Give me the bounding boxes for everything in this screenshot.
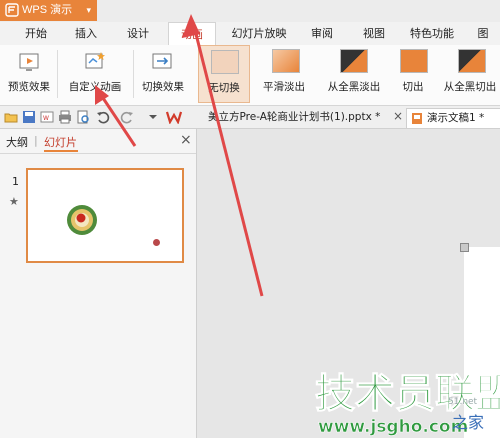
- app-name: WPS 演示: [22, 4, 73, 16]
- selection-handle[interactable]: [460, 243, 469, 252]
- editing-canvas[interactable]: [197, 129, 500, 438]
- ribbon-toolbar: 预览效果 自定义动画 切换效果 无切换 平滑淡出 从全黑淡出 切出 从全黑切出: [0, 45, 500, 106]
- panel-header: 大纲 | 幻灯片 ×: [0, 129, 196, 154]
- tab-animation[interactable]: 动画: [168, 22, 216, 47]
- transition-smooth-fade-label: 平滑淡出: [263, 81, 305, 93]
- close-icon[interactable]: ×: [393, 109, 403, 123]
- divider: [133, 50, 134, 98]
- slide-thumbnail[interactable]: [26, 168, 184, 263]
- print-icon[interactable]: [58, 110, 72, 124]
- wps-w-logo-icon: [166, 111, 182, 124]
- preview-effect-label: 预览效果: [8, 81, 50, 93]
- ribbon-tabs: 开始 插入 设计 动画 幻灯片放映 审阅 视图 特色功能 图: [0, 22, 500, 47]
- active-tab-indicator: [44, 150, 78, 152]
- tab-outline[interactable]: 大纲: [6, 134, 28, 150]
- transition-cut-from-black-label: 从全黑切出: [443, 81, 497, 93]
- tab-start[interactable]: 开始: [14, 22, 58, 45]
- switch-effect-label: 切换效果: [142, 81, 184, 93]
- tab-features[interactable]: 特色功能: [404, 22, 460, 45]
- preview-icon: [19, 53, 39, 71]
- preview-effect-button[interactable]: 预览效果: [4, 45, 54, 103]
- tab-animation-label: 动画: [181, 28, 203, 41]
- close-icon[interactable]: ×: [180, 132, 192, 148]
- title-bar: WPS 演示 ▾: [0, 0, 500, 22]
- document-tab-label: 美立方Pre-A轮商业计划书(1).pptx *: [208, 111, 381, 123]
- save-icon[interactable]: [22, 110, 36, 124]
- redo-icon[interactable]: [120, 110, 134, 124]
- transition-cut[interactable]: 切出: [392, 45, 434, 103]
- ring-shape-icon: [67, 205, 97, 235]
- divider: [57, 50, 58, 98]
- tab-design[interactable]: 设计: [116, 22, 160, 45]
- print-preview-icon[interactable]: [76, 110, 90, 124]
- open-folder-icon[interactable]: [4, 110, 18, 124]
- thumb-no-switch: [211, 50, 239, 74]
- transition-smooth-fade[interactable]: 平滑淡出: [254, 45, 314, 103]
- tab-review[interactable]: 审阅: [302, 22, 342, 45]
- document-tab-label: 演示文稿1 *: [427, 112, 485, 124]
- chevron-down-icon[interactable]: [148, 112, 158, 122]
- presentation-file-icon: [412, 113, 422, 124]
- thumb-smooth-fade: [272, 49, 300, 73]
- thumb-fade-from-black: [340, 49, 368, 73]
- slide-number: 1: [12, 175, 19, 188]
- custom-animation-button[interactable]: 自定义动画: [62, 45, 128, 103]
- thumb-cut-from-black: [458, 49, 486, 73]
- tab-slides[interactable]: 幻灯片: [44, 134, 77, 150]
- document-tab-bar: W 美立方Pre-A轮商业计划书(1).pptx * × 演示文稿1 *: [0, 106, 500, 129]
- slide-edit-area[interactable]: [464, 247, 500, 438]
- wps-logo-icon: [5, 3, 19, 17]
- wps-export-icon[interactable]: W: [40, 110, 54, 124]
- svg-text:W: W: [43, 115, 49, 122]
- transition-fade-from-black-label: 从全黑淡出: [327, 81, 381, 93]
- tab-insert[interactable]: 插入: [64, 22, 108, 45]
- transition-cut-from-black[interactable]: 从全黑切出: [440, 45, 500, 103]
- tab-slideshow[interactable]: 幻灯片放映: [226, 22, 292, 45]
- switch-effect-button[interactable]: 切换效果: [138, 45, 188, 103]
- app-menu-button[interactable]: WPS 演示 ▾: [0, 0, 97, 21]
- tab-picture[interactable]: 图: [468, 22, 498, 45]
- dot-shape: [153, 239, 160, 246]
- switch-effect-icon: [152, 53, 172, 69]
- slides-panel: 大纲 | 幻灯片 × 1 ★: [0, 129, 197, 438]
- custom-animation-icon: [85, 52, 105, 69]
- thumb-cut: [400, 49, 428, 73]
- transition-no-switch[interactable]: 无切换: [198, 45, 250, 103]
- chevron-down-icon: ▾: [86, 5, 91, 15]
- transition-fade-from-black[interactable]: 从全黑淡出: [318, 45, 390, 103]
- tab-view[interactable]: 视图: [354, 22, 394, 45]
- animation-star-icon: ★: [9, 195, 19, 208]
- undo-icon[interactable]: [96, 110, 110, 124]
- transition-cut-label: 切出: [402, 81, 424, 93]
- document-tab-business-plan[interactable]: 美立方Pre-A轮商业计划书(1).pptx *: [184, 108, 380, 127]
- transition-no-switch-label: 无切换: [208, 82, 240, 94]
- tab-separator: |: [34, 134, 38, 147]
- custom-animation-label: 自定义动画: [68, 81, 122, 93]
- document-tab-presentation1[interactable]: 演示文稿1 *: [406, 108, 500, 128]
